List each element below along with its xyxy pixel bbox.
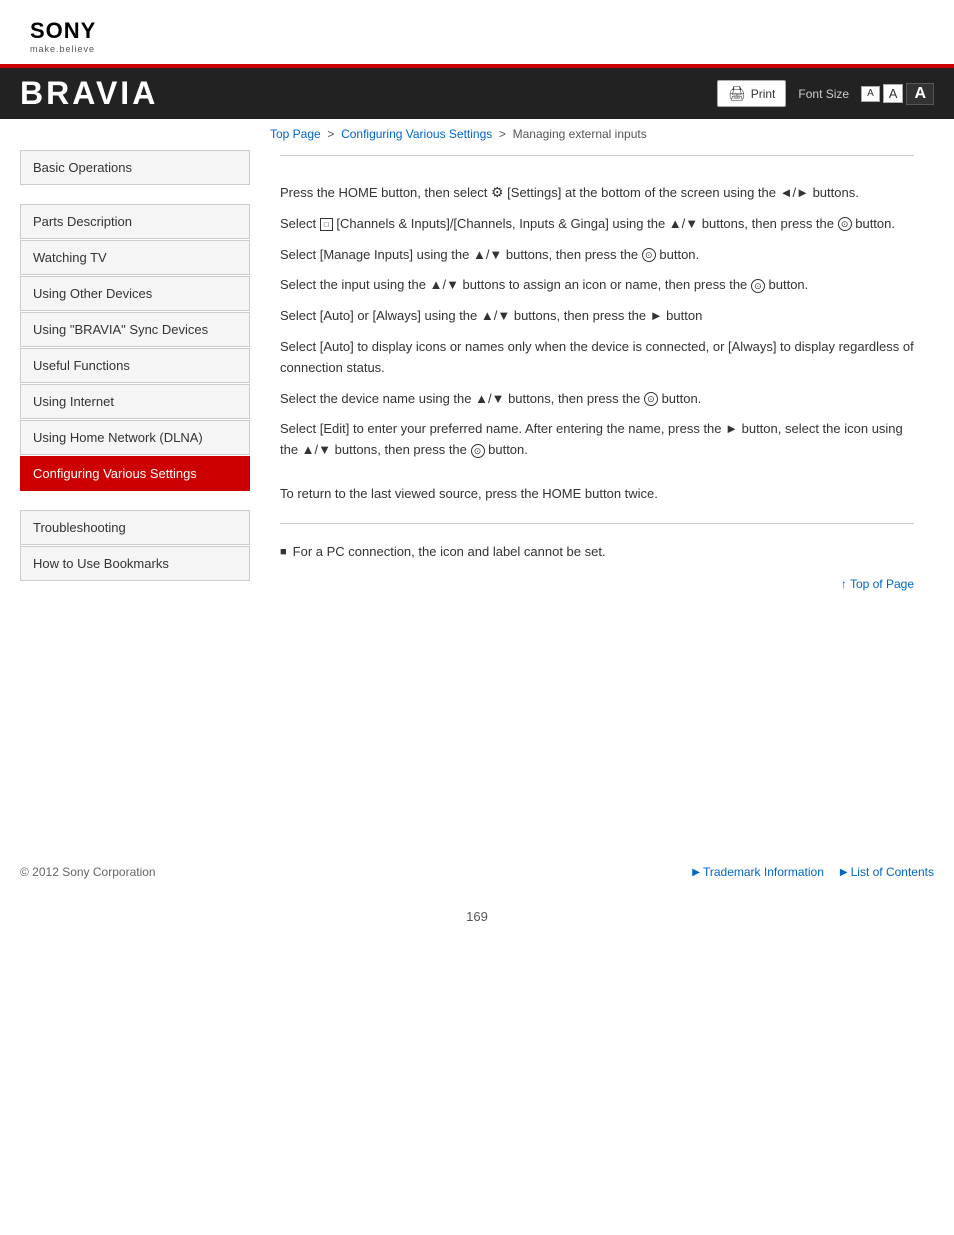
font-large-button[interactable]: A — [906, 83, 934, 105]
trademark-link[interactable]: Trademark Information — [692, 865, 824, 879]
up-arrow-icon: ↑ — [841, 577, 847, 591]
sidebar-item-troubleshooting[interactable]: Troubleshooting — [20, 510, 250, 545]
step-1: Press the HOME button, then select ⚙ [Se… — [280, 176, 914, 209]
step-2: Select □ [Channels & Inputs]/[Channels, … — [280, 209, 914, 240]
main-content: Press the HOME button, then select ⚙ [Se… — [250, 145, 934, 845]
print-label: Print — [751, 87, 776, 101]
sidebar-item-bookmarks[interactable]: How to Use Bookmarks — [20, 546, 250, 581]
banner: BRAVIA 🖨 Print Font Size A A A — [0, 64, 954, 119]
sidebar-item-using-internet[interactable]: Using Internet — [20, 384, 250, 419]
top-of-page-link-area: ↑ Top of Page — [280, 569, 914, 599]
note-text: For a PC connection, the icon and label … — [293, 544, 606, 559]
sidebar-item-parts-description[interactable]: Parts Description — [20, 204, 250, 239]
breadcrumb-section-link[interactable]: Configuring Various Settings — [341, 127, 492, 141]
sidebar-item-useful-functions[interactable]: Useful Functions — [20, 348, 250, 383]
note-item: ■ For a PC connection, the icon and labe… — [280, 544, 914, 559]
step-6: Select [Auto] to display icons or names … — [280, 332, 914, 384]
font-size-label: Font Size — [798, 87, 849, 101]
step-5: Select [Auto] or [Always] using the ▲/▼ … — [280, 301, 914, 332]
main-layout: Basic Operations Parts Description Watch… — [0, 145, 954, 845]
footer: © 2012 Sony Corporation Trademark Inform… — [0, 855, 954, 889]
sidebar-item-basic-operations[interactable]: Basic Operations — [20, 150, 250, 185]
step-8: Select [Edit] to enter your preferred na… — [280, 414, 914, 466]
banner-controls: 🖨 Print Font Size A A A — [717, 80, 934, 107]
sidebar-item-configuring-settings[interactable]: Configuring Various Settings — [20, 456, 250, 491]
sony-tagline: make.believe — [30, 44, 924, 54]
footer-links: Trademark Information List of Contents — [692, 865, 934, 879]
font-size-controls: A A A — [861, 83, 934, 105]
breadcrumb-top-link[interactable]: Top Page — [270, 127, 321, 141]
top-of-page-link[interactable]: ↑ Top of Page — [841, 577, 914, 591]
print-button[interactable]: 🖨 Print — [717, 80, 786, 107]
logo-area: SONY make.believe — [0, 0, 954, 64]
page-number: 169 — [0, 889, 954, 934]
bravia-title: BRAVIA — [20, 75, 158, 112]
step-4: Select the input using the ▲/▼ buttons t… — [280, 270, 914, 301]
breadcrumb-current: Managing external inputs — [513, 127, 647, 141]
sidebar-item-using-other-devices[interactable]: Using Other Devices — [20, 276, 250, 311]
sidebar-item-bravia-sync[interactable]: Using "BRAVIA" Sync Devices — [20, 312, 250, 347]
sidebar-item-home-network[interactable]: Using Home Network (DLNA) — [20, 420, 250, 455]
print-icon: 🖨 — [728, 85, 746, 102]
step-3: Select [Manage Inputs] using the ▲/▼ but… — [280, 240, 914, 271]
font-medium-button[interactable]: A — [883, 84, 904, 103]
list-of-contents-link[interactable]: List of Contents — [840, 865, 934, 879]
return-text: To return to the last viewed source, pre… — [280, 476, 914, 513]
top-divider — [280, 155, 914, 156]
sidebar-item-watching-tv[interactable]: Watching TV — [20, 240, 250, 275]
note-bullet-icon: ■ — [280, 546, 287, 558]
sidebar: Basic Operations Parts Description Watch… — [20, 145, 250, 845]
note-section: ■ For a PC connection, the icon and labe… — [280, 534, 914, 569]
copyright-text: © 2012 Sony Corporation — [20, 865, 156, 879]
breadcrumb: Top Page > Configuring Various Settings … — [0, 119, 954, 145]
top-of-page-label: Top of Page — [850, 577, 914, 591]
font-small-button[interactable]: A — [861, 86, 880, 102]
steps-section: Press the HOME button, then select ⚙ [Se… — [280, 166, 914, 476]
sony-logo: SONY — [30, 18, 924, 44]
step-7: Select the device name using the ▲/▼ but… — [280, 384, 914, 415]
middle-divider — [280, 523, 914, 524]
